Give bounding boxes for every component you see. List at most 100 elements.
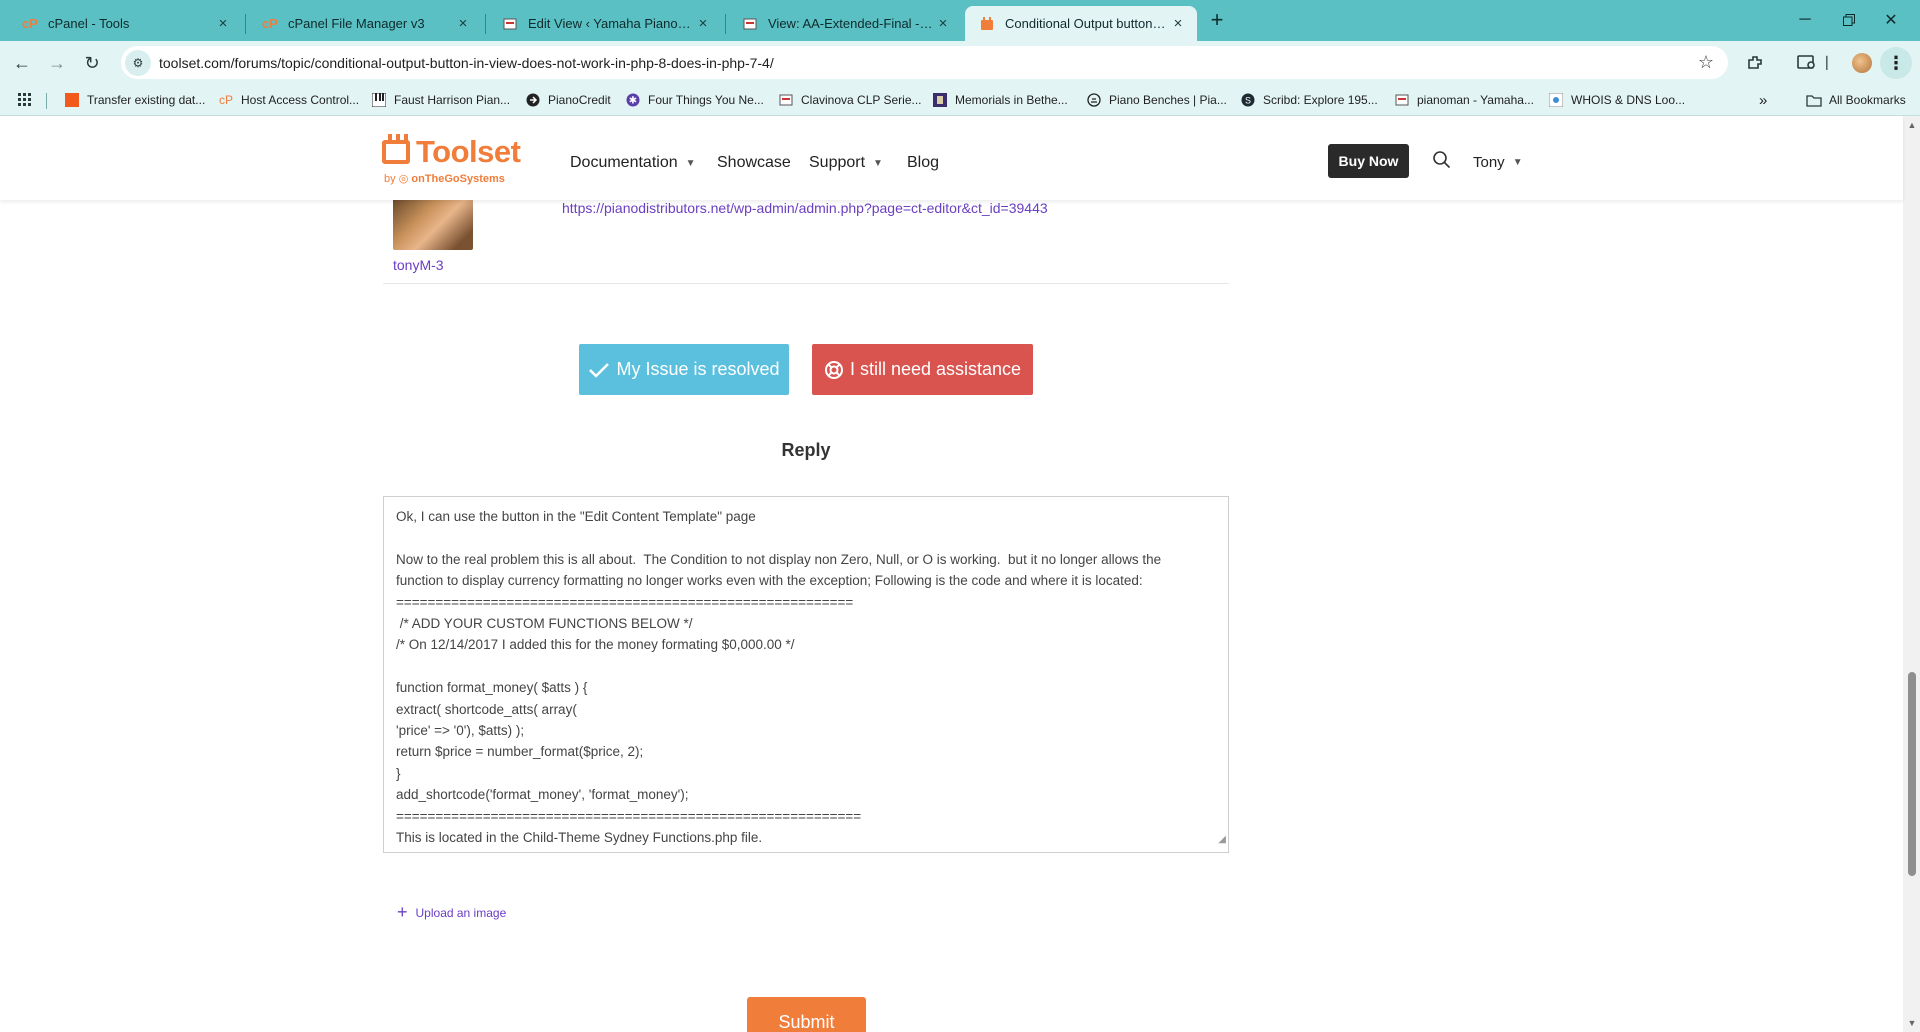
browser-menu-icon[interactable]: ⋮	[1880, 47, 1912, 79]
tab-cpanel-tools[interactable]: cP cPanel - Tools ×	[8, 6, 242, 41]
toolset-box-icon	[382, 134, 410, 164]
close-icon[interactable]: ×	[1169, 15, 1187, 33]
close-icon[interactable]: ×	[934, 15, 952, 33]
reply-line: function to display currency formatting …	[396, 573, 1143, 589]
tab-title: Edit View ‹ Yamaha Pianos - Pia	[528, 16, 694, 31]
close-icon[interactable]: ×	[694, 15, 712, 33]
logo-by: by	[384, 173, 396, 185]
forward-icon[interactable]: →	[42, 48, 72, 78]
chevron-down-icon: ▼	[685, 157, 696, 169]
scrollbar-thumb[interactable]	[1908, 672, 1916, 876]
tab-cpanel-file-manager[interactable]: cP cPanel File Manager v3 ×	[248, 6, 482, 41]
post-link[interactable]: https://pianodistributors.net/wp-admin/a…	[562, 200, 1048, 216]
bookmark-label: Host Access Control...	[241, 93, 360, 107]
bookmark-whois[interactable]: WHOIS & DNS Loo...	[1548, 90, 1685, 110]
tab-edit-view[interactable]: Edit View ‹ Yamaha Pianos - Pia ×	[488, 6, 722, 41]
reply-line: /* ADD YOUR CUSTOM FUNCTIONS BELOW */	[396, 616, 693, 632]
close-icon[interactable]: ×	[214, 15, 232, 33]
reply-line	[396, 656, 1216, 677]
need-assistance-button[interactable]: I still need assistance	[812, 344, 1033, 395]
toolset-logo[interactable]: Toolset by ◎ onTheGoSystems	[382, 134, 521, 185]
tab-separator	[245, 14, 246, 34]
apps-grid-icon[interactable]	[18, 90, 32, 110]
bookmark-four-things[interactable]: ✱ Four Things You Ne...	[625, 90, 764, 110]
tab-search-icon[interactable]	[1794, 50, 1820, 76]
page-scrollbar[interactable]	[1903, 116, 1920, 1032]
tab-conditional-output[interactable]: Conditional Output button in vi ×	[965, 6, 1197, 41]
lifebuoy-icon	[824, 360, 844, 380]
nav-showcase[interactable]: Showcase	[717, 154, 791, 172]
logo-mark: Toolset	[382, 134, 521, 170]
chevron-down-icon: ▼	[873, 157, 883, 169]
svg-text:S: S	[1245, 96, 1251, 106]
reply-line: Now to the real problem this is all abou…	[396, 551, 1162, 567]
resize-grip-icon[interactable]: ◢	[1218, 829, 1226, 850]
bookmark-memorials[interactable]: Memorials in Bethe...	[932, 90, 1068, 110]
tab-title: cPanel File Manager v3	[288, 16, 425, 31]
upload-image-link[interactable]: + Upload an image	[397, 902, 506, 923]
scroll-up-icon[interactable]: ▲	[1906, 120, 1918, 132]
user-menu[interactable]: Tony ▼	[1473, 154, 1523, 171]
bookmark-piano-benches[interactable]: Piano Benches | Pia...	[1086, 90, 1227, 110]
cpanel-icon: cP	[22, 16, 38, 31]
sidebar-icon[interactable]: ▏	[1818, 50, 1844, 76]
piano-keys-icon	[371, 92, 387, 108]
whois-icon	[1548, 92, 1564, 108]
author-avatar[interactable]	[393, 200, 473, 250]
bookmark-scribd[interactable]: S Scribd: Explore 195...	[1240, 90, 1378, 110]
bench-icon	[1086, 92, 1102, 108]
reload-icon[interactable]: ↻	[77, 48, 107, 78]
url-text: toolset.com/forums/topic/conditional-out…	[159, 54, 774, 71]
reply-line: extract( shortcode_atts( array(	[396, 701, 577, 717]
close-icon[interactable]: ×	[454, 15, 472, 33]
reply-line: add_shortcode('format_money', 'format_mo…	[396, 787, 689, 803]
extensions-icon[interactable]	[1742, 50, 1768, 76]
address-bar[interactable]: ⚙ toolset.com/forums/topic/conditional-o…	[121, 46, 1728, 79]
submit-button[interactable]: Submit	[747, 997, 866, 1032]
bookmark-label: Memorials in Bethe...	[955, 93, 1068, 107]
nav-support[interactable]: Support ▼	[809, 154, 883, 172]
bookmark-pianocredit[interactable]: PianoCredit	[525, 90, 611, 110]
reply-textarea[interactable]: Ok, I can use the button in the "Edit Co…	[383, 496, 1229, 853]
nav-documentation[interactable]: Documentation ▼	[570, 154, 696, 172]
site-icon	[778, 92, 794, 108]
close-window-icon[interactable]: ✕	[1862, 0, 1920, 40]
bookmarks-bar: Transfer existing dat... cP Host Access …	[0, 84, 1920, 116]
bookmark-faust-harrison[interactable]: Faust Harrison Pian...	[371, 90, 510, 110]
search-icon[interactable]	[1432, 150, 1452, 170]
bookmark-star-icon[interactable]: ☆	[1698, 52, 1714, 73]
cpanel-icon: cP	[262, 16, 278, 31]
reply-line	[396, 527, 1216, 548]
nav-label: Blog	[907, 154, 940, 171]
bookmark-transfer[interactable]: Transfer existing dat...	[64, 90, 205, 110]
tab-strip: cP cPanel - Tools × cP cPanel File Manag…	[0, 0, 1920, 41]
need-assistance-label: I still need assistance	[849, 359, 1022, 379]
tab-title: Conditional Output button in vi	[1005, 16, 1169, 31]
logo-company: onTheGoSystems	[411, 173, 505, 185]
issue-resolved-button[interactable]: My Issue is resolved	[579, 344, 789, 395]
more-bookmarks-icon[interactable]: »	[1759, 90, 1767, 110]
reply-heading: Reply	[781, 440, 831, 460]
buy-now-button[interactable]: Buy Now	[1328, 144, 1409, 178]
all-bookmarks-label: All Bookmarks	[1829, 93, 1906, 107]
bookmark-host-access[interactable]: cP Host Access Control...	[218, 90, 359, 110]
all-bookmarks[interactable]: All Bookmarks	[1806, 90, 1906, 110]
nav-blog[interactable]: Blog	[907, 154, 939, 172]
logo-text: Toolset	[416, 134, 521, 169]
bookmark-pianoman[interactable]: pianoman - Yamaha...	[1394, 90, 1534, 110]
tab-view-extended[interactable]: View: AA-Extended-Final - Yam ×	[728, 6, 962, 41]
new-tab-button[interactable]: +	[1203, 6, 1231, 34]
author-name[interactable]: tonyM-3	[393, 257, 444, 273]
folder-icon	[1806, 92, 1822, 108]
bookmark-label: WHOIS & DNS Loo...	[1571, 93, 1686, 107]
site-info-icon[interactable]: ⚙	[125, 49, 151, 76]
bookmark-label: Scribd: Explore 195...	[1263, 93, 1378, 107]
issue-resolved-label: My Issue is resolved	[616, 359, 780, 379]
bookmark-clavinova[interactable]: Clavinova CLP Serie...	[778, 90, 922, 110]
profile-avatar-icon[interactable]	[1852, 53, 1872, 73]
bookmark-label: Piano Benches | Pia...	[1109, 93, 1227, 107]
nav-label: Support	[809, 154, 866, 171]
back-icon[interactable]: ←	[7, 48, 37, 78]
scroll-down-icon[interactable]: ▼	[1906, 1018, 1918, 1030]
bookmark-separator	[46, 93, 47, 109]
